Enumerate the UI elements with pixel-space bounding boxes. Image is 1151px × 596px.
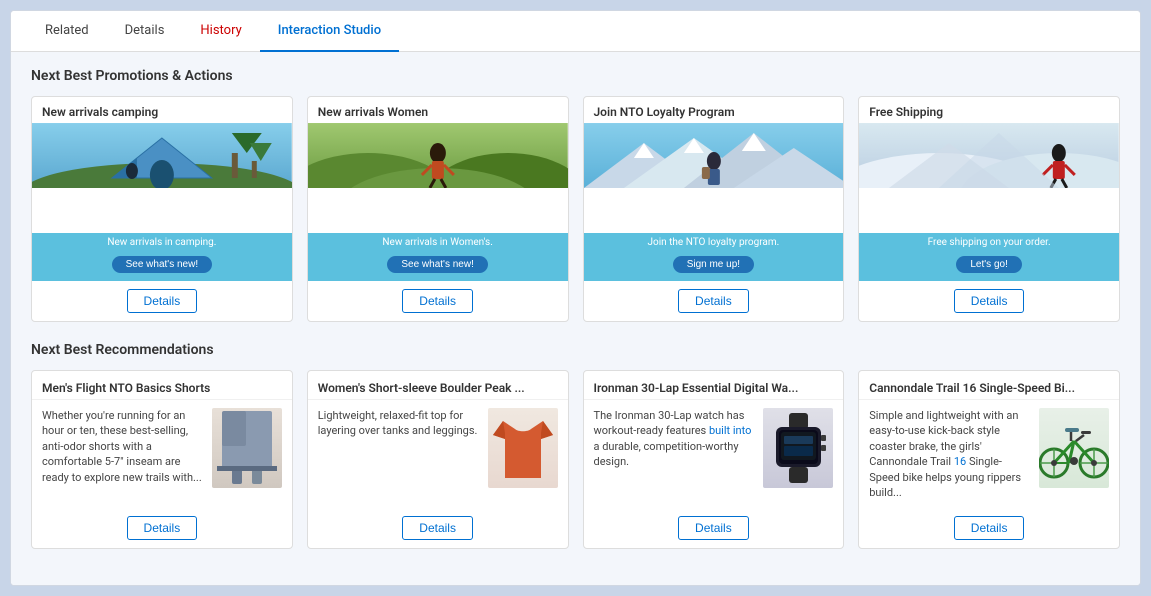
tab-related[interactable]: Related [27,11,107,52]
tab-history[interactable]: History [182,11,259,52]
promo-details-area-women: Details [308,281,568,321]
product-image-shirt [488,408,558,488]
recommendations-cards-row: Men's Flight NTO Basics Shorts Whether y… [31,370,1120,549]
rec-card-title-bike: Cannondale Trail 16 Single-Speed Bi... [859,371,1119,400]
product-image-shorts [212,408,282,488]
main-panel: Related Details History Interaction Stud… [10,10,1141,586]
rec-card-desc-watch: The Ironman 30-Lap watch has workout-rea… [594,408,756,500]
rec-details-btn-shorts[interactable]: Details [127,516,198,540]
rec-card-image-shorts [212,408,282,488]
rec-card-title-shirt: Women's Short-sleeve Boulder Peak ... [308,371,568,400]
recommendations-section-title: Next Best Recommendations [31,342,1120,358]
rec-card-shorts: Men's Flight NTO Basics Shorts Whether y… [31,370,293,549]
promo-btn-area-women: See what's new! [308,252,568,281]
rec-details-btn-watch[interactable]: Details [678,516,749,540]
promo-card-camping: New arrivals camping [31,96,293,322]
promo-card-title-camping: New arrivals camping [32,97,292,123]
promo-btn-area-camping: See what's new! [32,252,292,281]
promo-details-btn-camping[interactable]: Details [127,289,198,313]
tab-interaction-studio[interactable]: Interaction Studio [260,11,399,52]
promo-banner-women: New arrivals in Women's. [308,233,568,252]
rec-card-title-shorts: Men's Flight NTO Basics Shorts [32,371,292,400]
promo-details-area-shipping: Details [859,281,1119,321]
promo-card-title-shipping: Free Shipping [859,97,1119,123]
promo-card-title-women: New arrivals Women [308,97,568,123]
rec-details-btn-shirt[interactable]: Details [402,516,473,540]
rec-card-image-watch [763,408,833,488]
promotions-section-title: Next Best Promotions & Actions [31,68,1120,84]
promo-details-btn-shipping[interactable]: Details [954,289,1025,313]
product-image-watch [763,408,833,488]
promo-image-loyalty [584,123,844,233]
promo-image-women [308,123,568,233]
promotions-cards-row: New arrivals camping [31,96,1120,322]
promo-image-camping [32,123,292,233]
rec-card-body-shirt: Lightweight, relaxed-fit top for layerin… [308,400,568,508]
promo-card-title-loyalty: Join NTO Loyalty Program [584,97,844,123]
rec-details-area-watch: Details [584,508,844,548]
promo-btn-area-shipping: Let's go! [859,252,1119,281]
promo-btn-area-loyalty: Sign me up! [584,252,844,281]
rec-details-btn-bike[interactable]: Details [954,516,1025,540]
promo-details-area-loyalty: Details [584,281,844,321]
rec-card-title-watch: Ironman 30-Lap Essential Digital Wa... [584,371,844,400]
rec-card-desc-bike: Simple and lightweight with an easy-to-u… [869,408,1031,500]
rec-details-area-shorts: Details [32,508,292,548]
product-image-bike [1039,408,1109,488]
promo-btn-women[interactable]: See what's new! [387,256,488,273]
rec-card-desc-shirt: Lightweight, relaxed-fit top for layerin… [318,408,480,500]
promo-card-loyalty: Join NTO Loyalty Program [583,96,845,322]
rec-details-area-shirt: Details [308,508,568,548]
content-area: Next Best Promotions & Actions New arriv… [11,52,1140,585]
rec-card-bike: Cannondale Trail 16 Single-Speed Bi... S… [858,370,1120,549]
promo-banner-loyalty: Join the NTO loyalty program. [584,233,844,252]
promo-banner-camping: New arrivals in camping. [32,233,292,252]
promo-details-area-camping: Details [32,281,292,321]
rec-card-desc-shorts: Whether you're running for an hour or te… [42,408,204,500]
promo-image-shipping [859,123,1119,233]
rec-details-area-bike: Details [859,508,1119,548]
rec-card-body-bike: Simple and lightweight with an easy-to-u… [859,400,1119,508]
promo-card-shipping: Free Shipping [858,96,1120,322]
promo-btn-loyalty[interactable]: Sign me up! [673,256,754,273]
promo-banner-shipping: Free shipping on your order. [859,233,1119,252]
promo-details-btn-loyalty[interactable]: Details [678,289,749,313]
rec-card-body-watch: The Ironman 30-Lap watch has workout-rea… [584,400,844,508]
rec-card-body-shorts: Whether you're running for an hour or te… [32,400,292,508]
promo-btn-camping[interactable]: See what's new! [112,256,213,273]
rec-card-watch: Ironman 30-Lap Essential Digital Wa... T… [583,370,845,549]
promo-btn-shipping[interactable]: Let's go! [956,256,1022,273]
promo-card-women: New arrivals Women [307,96,569,322]
tab-details[interactable]: Details [107,11,183,52]
rec-card-image-shirt [488,408,558,488]
rec-card-image-bike [1039,408,1109,488]
tab-bar: Related Details History Interaction Stud… [11,11,1140,52]
promo-details-btn-women[interactable]: Details [402,289,473,313]
rec-card-shirt: Women's Short-sleeve Boulder Peak ... Li… [307,370,569,549]
